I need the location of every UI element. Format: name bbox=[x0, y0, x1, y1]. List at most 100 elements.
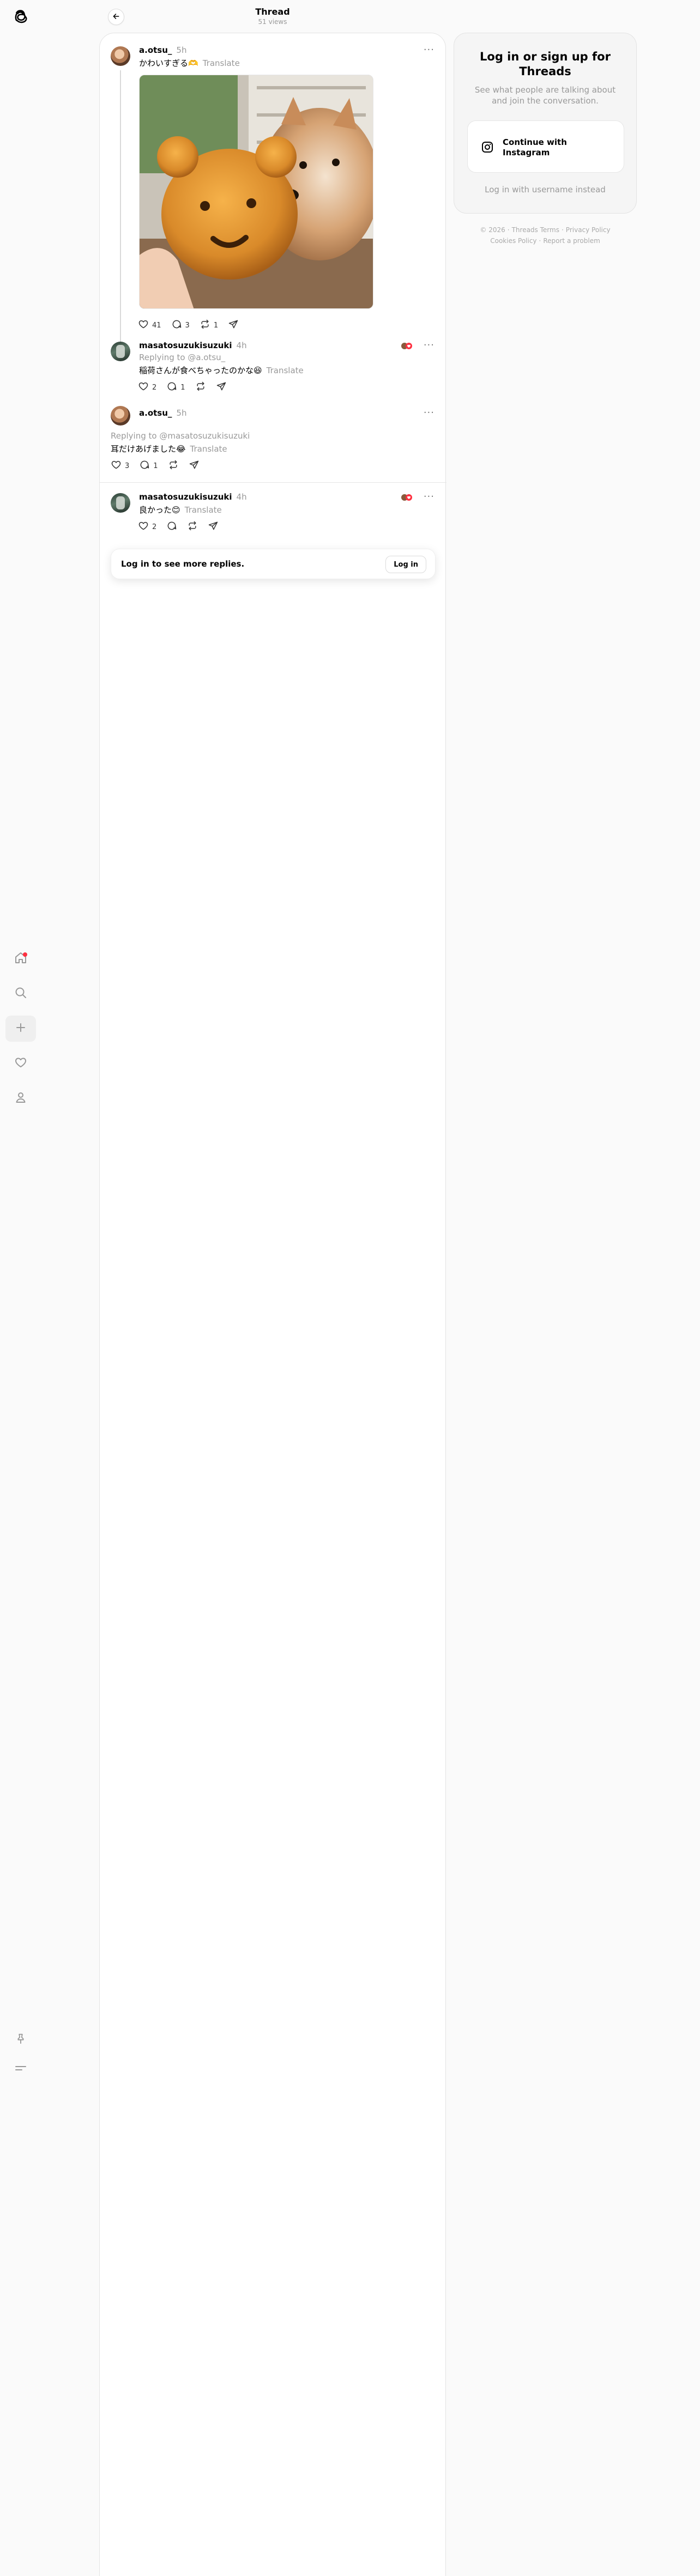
reply-count: 1 bbox=[153, 461, 158, 470]
view-count: 51 views bbox=[258, 18, 287, 26]
reply-count: 3 bbox=[185, 321, 190, 330]
more-options-icon[interactable]: ··· bbox=[424, 491, 435, 502]
username[interactable]: a.otsu_ bbox=[139, 45, 172, 55]
send-icon bbox=[216, 381, 227, 394]
repost-button[interactable] bbox=[187, 520, 198, 533]
username[interactable]: masatosuzukisuzuki bbox=[139, 492, 232, 502]
footer-report-link[interactable]: Report a problem bbox=[543, 237, 600, 245]
like-button[interactable]: 2 bbox=[138, 381, 156, 394]
like-button[interactable]: 2 bbox=[138, 520, 156, 533]
threads-logo-icon[interactable] bbox=[11, 7, 31, 26]
username-login-link[interactable]: Log in with username instead bbox=[454, 185, 636, 195]
nav-pin-button[interactable] bbox=[5, 2027, 36, 2053]
main-post: a.otsu_ 5h ··· かわいすぎる🫶 Translate 41 3 1 bbox=[100, 33, 446, 343]
login-button[interactable]: Log in bbox=[385, 556, 426, 573]
share-button[interactable] bbox=[208, 520, 219, 533]
search-icon bbox=[14, 986, 27, 1001]
translate-link[interactable]: Translate bbox=[185, 505, 222, 515]
instagram-button-label: Continue with Instagram bbox=[503, 137, 567, 157]
login-panel-description: See what people are talking about and jo… bbox=[474, 85, 616, 106]
repost-button[interactable]: 1 bbox=[200, 319, 218, 332]
profile-icon bbox=[14, 1091, 27, 1106]
nav-activity-button[interactable] bbox=[5, 1050, 36, 1077]
comment-icon bbox=[166, 520, 177, 533]
send-icon bbox=[189, 459, 200, 472]
post-actions: 3 1 bbox=[111, 459, 200, 472]
more-replies-card: Log in to see more replies. Log in bbox=[111, 549, 436, 579]
more-replies-text: Log in to see more replies. bbox=[121, 559, 245, 569]
reply-button[interactable]: 1 bbox=[139, 459, 158, 472]
comment-icon bbox=[166, 381, 177, 394]
more-options-icon[interactable]: ··· bbox=[424, 407, 435, 418]
divider bbox=[100, 482, 446, 483]
reply-button[interactable] bbox=[166, 520, 177, 533]
reply-count: 1 bbox=[180, 383, 185, 392]
post-text: 耳だけあげました😂 bbox=[111, 444, 186, 454]
repost-icon bbox=[187, 520, 198, 533]
post-text: かわいすぎる🫶 bbox=[139, 58, 198, 68]
nav-profile-button[interactable] bbox=[5, 1085, 36, 1111]
footer-terms-link[interactable]: Threads Terms bbox=[512, 226, 559, 234]
translate-link[interactable]: Translate bbox=[267, 366, 304, 375]
page-title: Thread bbox=[255, 7, 290, 17]
username[interactable]: a.otsu_ bbox=[139, 408, 172, 418]
replying-to-label: Replying to @masatosuzukisuzuki bbox=[111, 431, 250, 441]
notification-dot bbox=[23, 952, 27, 957]
username[interactable]: masatosuzukisuzuki bbox=[139, 341, 232, 350]
share-button[interactable] bbox=[216, 381, 227, 394]
plus-icon bbox=[14, 1021, 27, 1036]
nav-menu-button[interactable] bbox=[5, 2056, 36, 2082]
like-button[interactable]: 41 bbox=[138, 319, 161, 332]
avatar[interactable] bbox=[111, 342, 130, 361]
thread-feed: a.otsu_ 5h ··· かわいすぎる🫶 Translate 41 3 1 … bbox=[99, 33, 446, 2576]
avatar[interactable] bbox=[111, 406, 130, 426]
footer-copyright: © 2026 bbox=[480, 226, 505, 234]
share-button[interactable] bbox=[228, 319, 239, 332]
footer-cookies-link[interactable]: Cookies Policy bbox=[490, 237, 536, 245]
post-actions: 2 1 bbox=[138, 381, 227, 394]
reply-button[interactable]: 1 bbox=[166, 381, 185, 394]
reply-post: a.otsu_ 5h ··· Replying to @masatosuzukis… bbox=[100, 404, 446, 480]
translate-link[interactable]: Translate bbox=[190, 444, 227, 454]
repost-button[interactable] bbox=[195, 381, 206, 394]
heart-icon bbox=[138, 520, 149, 533]
like-button[interactable]: 3 bbox=[111, 459, 129, 472]
comment-icon bbox=[171, 319, 182, 332]
repost-button[interactable] bbox=[168, 459, 179, 472]
post-time: 4h bbox=[236, 341, 247, 350]
continue-with-instagram-button[interactable]: Continue with Instagram bbox=[467, 120, 624, 173]
nav-create-button[interactable] bbox=[5, 1016, 36, 1042]
share-button[interactable] bbox=[189, 459, 200, 472]
liked-by-author-icon bbox=[401, 493, 413, 501]
heart-icon bbox=[138, 381, 149, 394]
post-time: 5h bbox=[176, 408, 187, 418]
footer: © 2026 · Threads Terms · Privacy Policy Cook… bbox=[480, 226, 611, 245]
footer-privacy-link[interactable]: Privacy Policy bbox=[566, 226, 611, 234]
translate-link[interactable]: Translate bbox=[203, 58, 240, 68]
post-text: 良かった😊 bbox=[139, 505, 180, 515]
like-count: 3 bbox=[125, 461, 130, 470]
nav-search-button[interactable] bbox=[5, 981, 36, 1007]
post-actions: 41 3 1 bbox=[138, 319, 239, 332]
thread-line bbox=[120, 70, 121, 343]
nav-home-button[interactable] bbox=[5, 946, 36, 972]
menu-icon bbox=[14, 2062, 27, 2077]
avatar[interactable] bbox=[111, 46, 130, 66]
send-icon bbox=[208, 520, 219, 533]
repost-icon bbox=[168, 459, 179, 472]
avatar[interactable] bbox=[111, 493, 130, 513]
pin-icon bbox=[15, 2033, 27, 2047]
repost-icon bbox=[195, 381, 206, 394]
post-image[interactable] bbox=[139, 75, 373, 309]
replying-to-label: Replying to @a.otsu_ bbox=[139, 353, 226, 362]
like-count: 2 bbox=[152, 383, 157, 392]
more-options-icon[interactable]: ··· bbox=[424, 339, 435, 351]
left-nav-rail bbox=[0, 0, 41, 2576]
login-panel-title: Log in or sign up for Threads bbox=[480, 50, 611, 78]
repost-icon bbox=[200, 319, 210, 332]
post-text: 稲荷さんが食べちゃったのかな😆 bbox=[139, 366, 262, 375]
post-time: 4h bbox=[236, 492, 247, 502]
reply-button[interactable]: 3 bbox=[171, 319, 190, 332]
more-options-icon[interactable]: ··· bbox=[424, 44, 435, 56]
like-count: 41 bbox=[152, 321, 161, 330]
